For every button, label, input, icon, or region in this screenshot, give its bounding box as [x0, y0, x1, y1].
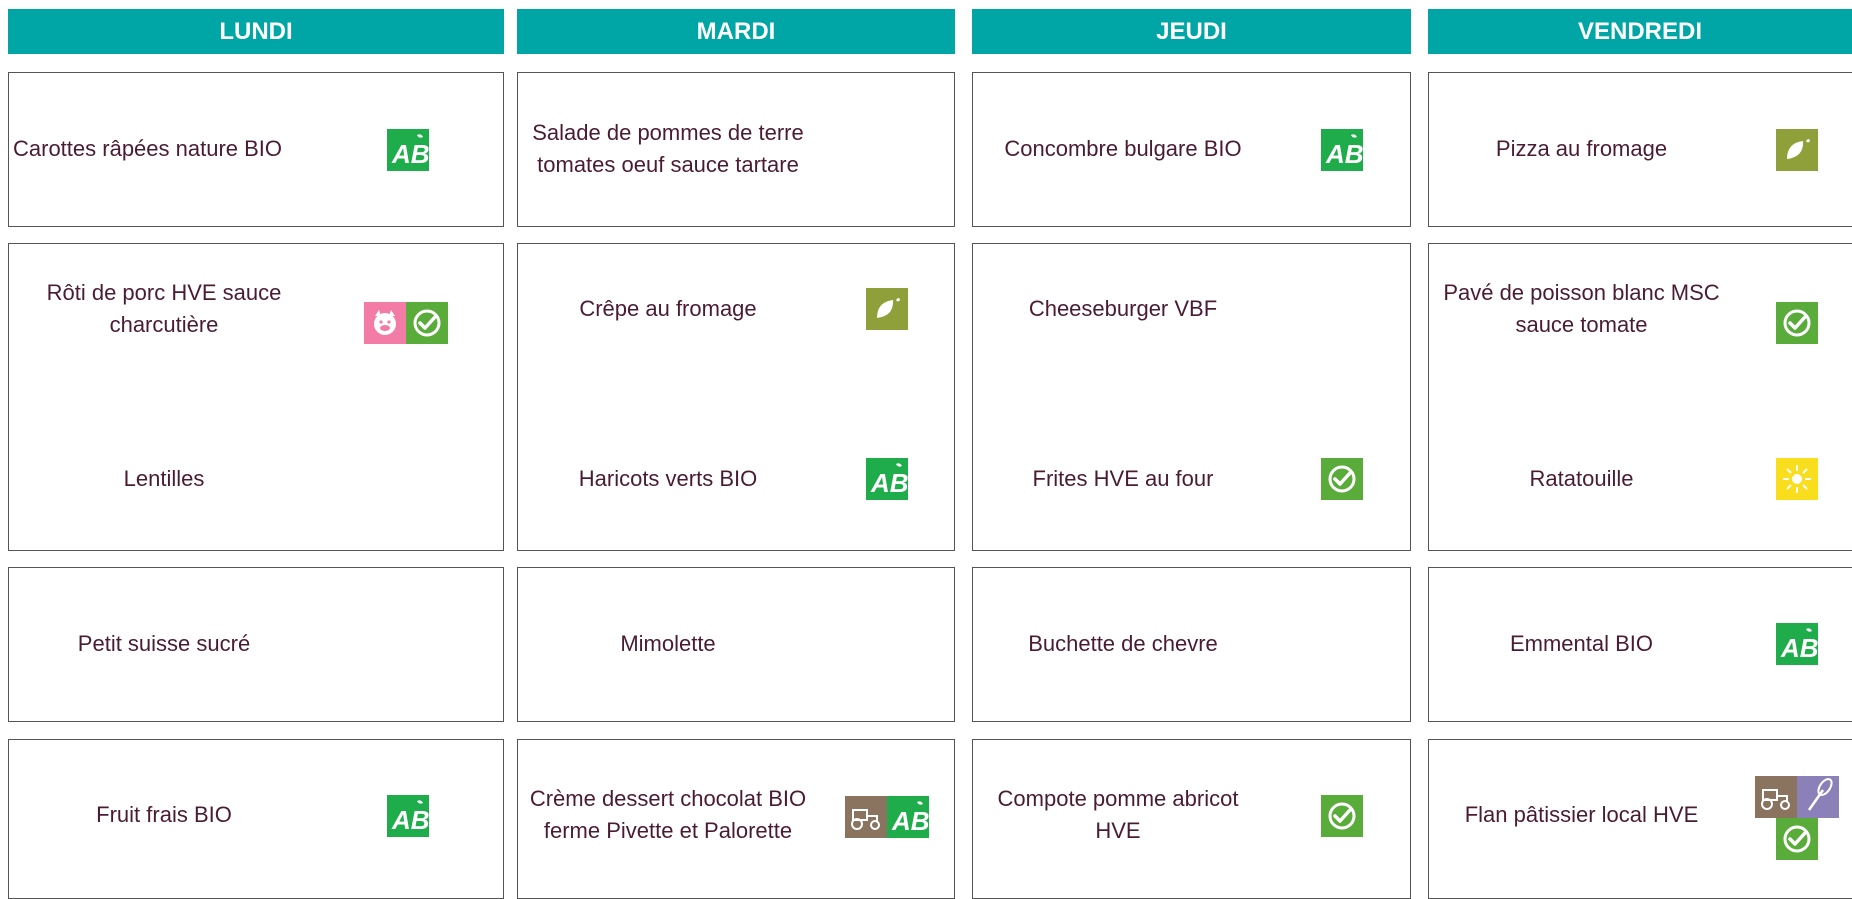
- plat-box-mardi: Crêpe au fromage Haricots verts BIO AB: [517, 243, 955, 551]
- plat-vendredi: Pavé de poisson blanc MSC sauce tomate: [1443, 280, 1720, 337]
- svg-text:AB: AB: [870, 468, 908, 498]
- ab-bio-icon: AB: [387, 129, 429, 171]
- dessert-jeudi: Compote pomme abricot HVE: [997, 786, 1239, 843]
- garniture-lundi: Lentilles: [123, 466, 205, 491]
- dessert-box-mardi: Crème dessert chocolat BIO ferme Pivette…: [517, 739, 955, 899]
- garniture-mardi-icons: AB: [866, 458, 908, 500]
- laitage-box-mardi: Mimolette: [517, 567, 955, 722]
- garniture-vendredi: Ratatouille: [1529, 466, 1634, 491]
- garniture-vendredi-icons: [1776, 458, 1818, 500]
- day-header-vendredi: VENDREDI: [1428, 9, 1852, 54]
- laitage-box-lundi: Petit suisse sucré: [8, 567, 504, 722]
- day-header-mardi: MARDI: [517, 9, 955, 54]
- laitage-mardi: Mimolette: [620, 631, 716, 656]
- dessert-jeudi-icons: [1321, 795, 1363, 837]
- laitage-box-jeudi: Buchette de chevre: [972, 567, 1411, 722]
- sun-seasonal-icon: [1776, 458, 1818, 500]
- local-farm-tractor-icon: [845, 796, 887, 838]
- ab-bio-icon: AB: [387, 795, 429, 837]
- svg-text:AB: AB: [391, 805, 429, 835]
- laitage-jeudi: Buchette de chevre: [1028, 631, 1218, 656]
- svg-text:AB: AB: [391, 139, 429, 169]
- plat-box-lundi: Rôti de porc HVE sauce charcutière Lenti…: [8, 243, 504, 551]
- garniture-jeudi: Frites HVE au four: [1032, 466, 1214, 491]
- entree-jeudi: Concombre bulgare BIO: [1004, 136, 1242, 161]
- dessert-mardi: Crème dessert chocolat BIO ferme Pivette…: [529, 786, 807, 843]
- local-farm-tractor-icon: [1755, 776, 1797, 818]
- svg-text:AB: AB: [1325, 139, 1363, 169]
- vegetarian-leaf-icon: [866, 288, 908, 330]
- dessert-mardi-icons: AB: [845, 796, 929, 838]
- day-header-jeudi: JEUDI: [972, 9, 1411, 54]
- laitage-lundi: Petit suisse sucré: [77, 631, 251, 656]
- laitage-vendredi: Emmental BIO: [1509, 631, 1654, 656]
- entree-box-vendredi: Pizza au fromage: [1428, 72, 1852, 227]
- entree-mardi: Salade de pommes de terre tomates oeuf s…: [532, 120, 804, 177]
- day-header-lundi: LUNDI: [8, 9, 504, 54]
- vegetarian-leaf-icon: [1776, 129, 1818, 171]
- plat-lundi-icons: [364, 302, 448, 344]
- dessert-vendredi-icons-top: [1755, 776, 1839, 818]
- laitage-box-vendredi: Emmental BIO AB: [1428, 567, 1852, 722]
- entree-lundi-icons: AB: [387, 129, 429, 171]
- plat-jeudi: Cheeseburger VBF: [1028, 296, 1218, 321]
- ab-bio-icon: AB: [1776, 623, 1818, 665]
- ab-bio-icon: AB: [1321, 129, 1363, 171]
- laitage-vendredi-icons: AB: [1776, 623, 1818, 665]
- dessert-lundi: Fruit frais BIO: [96, 802, 232, 827]
- hve-check-icon: [1776, 302, 1818, 344]
- garniture-mardi: Haricots verts BIO: [578, 466, 758, 491]
- hve-check-icon: [1321, 795, 1363, 837]
- plat-box-vendredi: Pavé de poisson blanc MSC sauce tomate R…: [1428, 243, 1852, 551]
- entree-jeudi-icons: AB: [1321, 129, 1363, 171]
- hve-check-icon: [1776, 818, 1818, 860]
- ab-bio-icon: AB: [887, 796, 929, 838]
- dessert-vendredi: Flan pâtissier local HVE: [1464, 802, 1699, 827]
- entree-lundi: Carottes râpées nature BIO: [13, 136, 283, 161]
- entree-vendredi: Pizza au fromage: [1495, 136, 1668, 161]
- ab-bio-icon: AB: [866, 458, 908, 500]
- entree-box-jeudi: Concombre bulgare BIO AB: [972, 72, 1411, 227]
- entree-vendredi-icons: [1776, 129, 1818, 171]
- garniture-jeudi-icons: [1321, 458, 1363, 500]
- dessert-box-lundi: Fruit frais BIO AB: [8, 739, 504, 899]
- dessert-vendredi-icons-bottom: [1776, 818, 1818, 860]
- plat-box-jeudi: Cheeseburger VBF Frites HVE au four: [972, 243, 1411, 551]
- svg-text:AB: AB: [1780, 633, 1818, 663]
- dessert-lundi-icons: AB: [387, 795, 429, 837]
- plat-mardi-icons: [866, 288, 908, 330]
- plat-mardi: Crêpe au fromage: [579, 296, 757, 321]
- hve-check-icon: [1321, 458, 1363, 500]
- dessert-box-jeudi: Compote pomme abricot HVE: [972, 739, 1411, 899]
- pork-icon: [364, 302, 406, 344]
- entree-box-lundi: Carottes râpées nature BIO AB: [8, 72, 504, 227]
- homemade-whisk-icon: [1797, 776, 1839, 818]
- plat-lundi: Rôti de porc HVE sauce charcutière: [46, 280, 282, 337]
- hve-check-icon: [406, 302, 448, 344]
- dessert-box-vendredi: Flan pâtissier local HVE: [1428, 739, 1852, 899]
- svg-text:AB: AB: [891, 806, 929, 836]
- plat-vendredi-icons: [1776, 302, 1818, 344]
- entree-box-mardi: Salade de pommes de terre tomates oeuf s…: [517, 72, 955, 227]
